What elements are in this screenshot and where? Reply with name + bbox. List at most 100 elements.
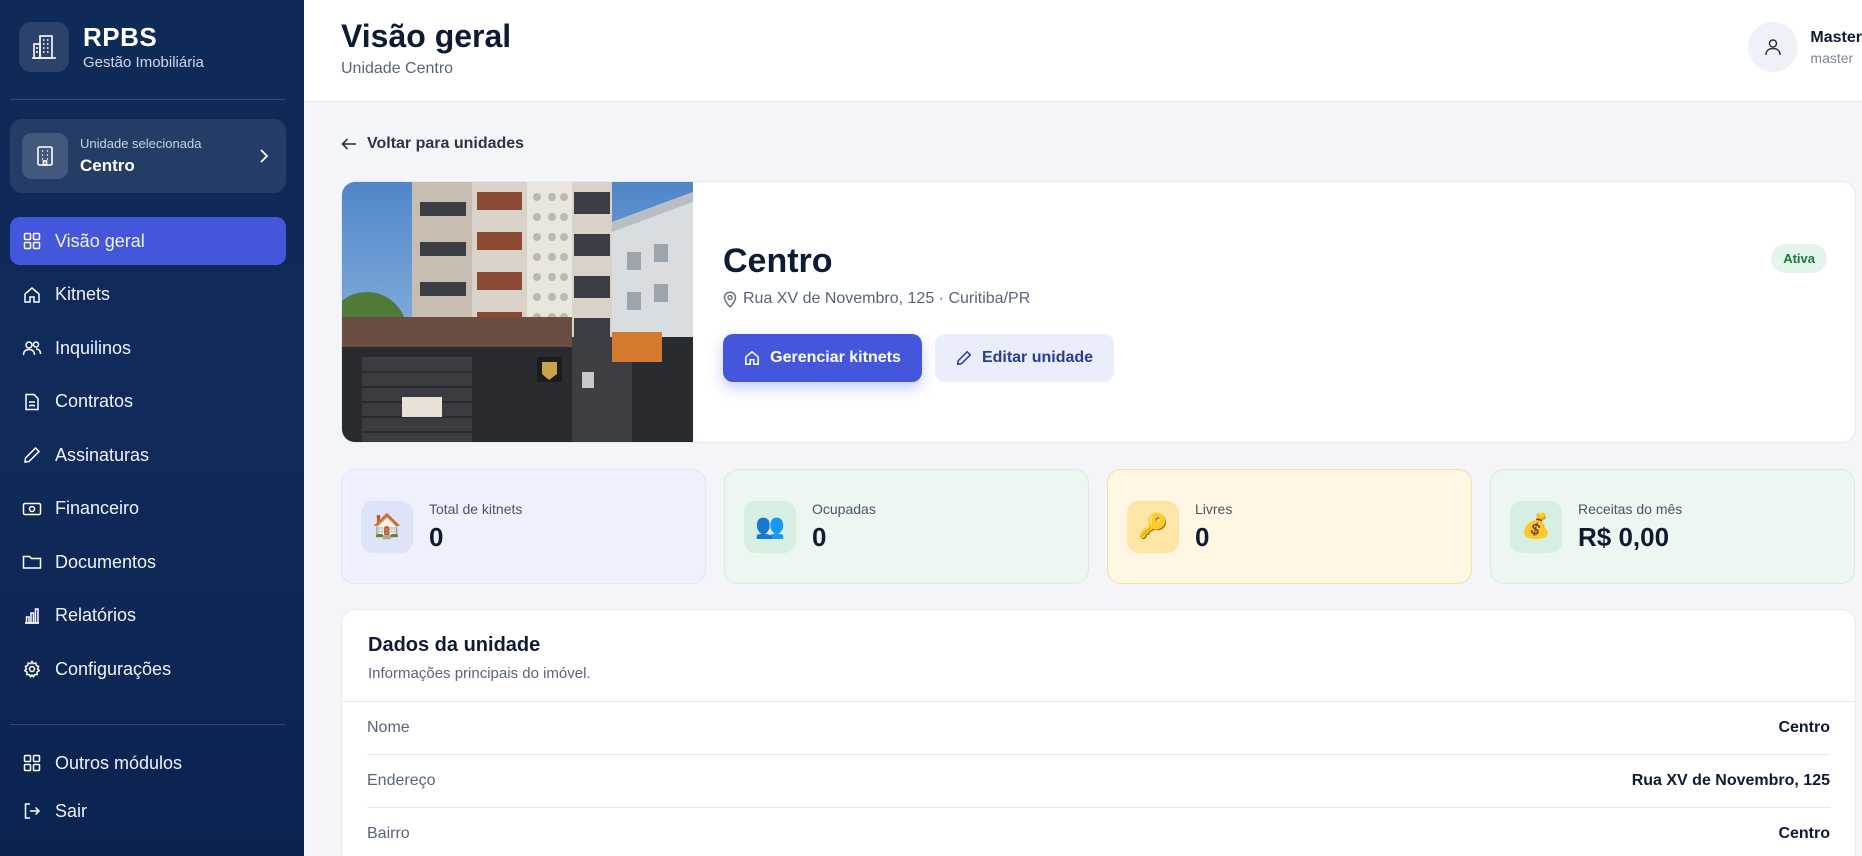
- building-icon: [22, 133, 68, 179]
- map-pin-icon: [723, 290, 737, 308]
- pencil-icon: [956, 350, 972, 366]
- details-row: Nome Centro: [367, 702, 1830, 755]
- stat-card-total-kitnets: 🏠 Total de kitnets 0: [341, 469, 706, 584]
- sidebar-item-financeiro[interactable]: Financeiro: [10, 485, 286, 533]
- sidebar-divider: [10, 99, 285, 100]
- users-icon: [22, 338, 42, 358]
- back-to-units-link[interactable]: Voltar para unidades: [341, 135, 524, 153]
- sidebar-bottom-nav: Outros módulos Sair: [10, 739, 286, 835]
- sidebar-nav: Visão geral Kitnets Inquilinos Contratos…: [10, 217, 286, 699]
- sidebar-item-documentos[interactable]: Documentos: [10, 538, 286, 586]
- home-icon: [745, 350, 760, 365]
- sidebar-item-relatorios[interactable]: Relatórios: [10, 592, 286, 640]
- brand-title: RPBS: [83, 22, 158, 52]
- unit-name: Centro: [723, 242, 833, 280]
- bar-chart-icon: [22, 606, 42, 626]
- stat-card-receitas: 💰 Receitas do mês R$ 0,00: [1490, 469, 1855, 584]
- details-value: Rua XV de Novembro, 125: [1631, 772, 1830, 789]
- stat-card-livres: 🔑 Livres 0: [1107, 469, 1472, 584]
- sidebar-item-label: Documentos: [55, 551, 157, 572]
- stat-card-ocupadas: 👥 Ocupadas 0: [724, 469, 1089, 584]
- sidebar-item-configuracoes[interactable]: Configurações: [10, 645, 286, 693]
- stat-value: 0: [1195, 521, 1210, 552]
- stat-label: Receitas do mês: [1578, 500, 1683, 517]
- sidebar-divider: [10, 724, 285, 725]
- details-value: Centro: [1778, 825, 1830, 842]
- gear-icon: [22, 659, 42, 679]
- sidebar-item-contratos[interactable]: Contratos: [10, 378, 286, 426]
- unit-selector-label: Unidade selecionada: [80, 136, 202, 151]
- user-role: master: [1810, 49, 1854, 66]
- unit-selector[interactable]: Unidade selecionada Centro: [10, 119, 286, 193]
- people-emoji-icon: 👥: [744, 500, 796, 553]
- logout-icon: [22, 801, 42, 821]
- grid-icon: [22, 231, 42, 251]
- details-subtitle: Informações principais do imóvel.: [368, 665, 591, 682]
- unit-address: Rua XV de Novembro, 125 · Curitiba/PR: [723, 290, 1030, 308]
- page-title: Visão geral: [341, 18, 512, 54]
- unit-details-card: Dados da unidade Informações principais …: [341, 609, 1856, 856]
- manage-kitnets-button[interactable]: Gerenciar kitnets: [723, 334, 922, 382]
- folder-icon: [22, 552, 42, 572]
- user-menu[interactable]: Master master: [1748, 22, 1862, 72]
- sidebar-item-outros-modulos[interactable]: Outros módulos: [10, 739, 286, 787]
- sidebar-item-label: Configurações: [55, 658, 172, 679]
- chevron-right-icon: [260, 149, 269, 163]
- details-row: Endereço Rua XV de Novembro, 125: [367, 755, 1830, 808]
- pen-icon: [22, 445, 42, 465]
- brand-subtitle: Gestão Imobiliária: [83, 54, 204, 71]
- stat-value: R$ 0,00: [1578, 521, 1670, 552]
- building-logo-icon: [19, 22, 69, 72]
- money-bag-emoji-icon: 💰: [1510, 500, 1562, 553]
- sidebar-item-label: Inquilinos: [55, 337, 132, 358]
- details-key: Endereço: [367, 772, 436, 789]
- top-header: Visão geral Unidade Centro Master master: [304, 0, 1862, 102]
- details-key: Bairro: [367, 825, 410, 842]
- user-name: Master: [1810, 28, 1862, 46]
- details-row: Bairro Centro: [367, 808, 1830, 856]
- key-emoji-icon: 🔑: [1127, 500, 1179, 553]
- sidebar-item-kitnets[interactable]: Kitnets: [10, 271, 286, 319]
- grid-icon: [22, 753, 42, 773]
- sidebar-item-label: Sair: [55, 800, 88, 821]
- manage-kitnets-label: Gerenciar kitnets: [770, 349, 901, 366]
- sidebar-item-inquilinos[interactable]: Inquilinos: [10, 324, 286, 372]
- sidebar-item-label: Contratos: [55, 391, 134, 411]
- file-text-icon: [22, 392, 42, 412]
- back-link-label: Voltar para unidades: [367, 135, 525, 152]
- sidebar-item-label: Financeiro: [55, 498, 140, 518]
- status-badge: Ativa: [1771, 244, 1827, 273]
- stats-row: 🏠 Total de kitnets 0 👥 Ocupadas 0 🔑 Livr…: [341, 469, 1856, 584]
- edit-unit-label: Editar unidade: [981, 349, 1094, 366]
- stat-label: Total de kitnets: [429, 500, 523, 517]
- sidebar: RPBS Gestão Imobiliária Unidade selecion…: [0, 0, 304, 856]
- brand: RPBS Gestão Imobiliária: [19, 22, 204, 72]
- sidebar-item-visao-geral[interactable]: Visão geral: [10, 217, 286, 265]
- details-list: Nome Centro Endereço Rua XV de Novembro,…: [342, 701, 1855, 856]
- house-emoji-icon: 🏠: [361, 500, 413, 553]
- stat-label: Livres: [1195, 500, 1233, 517]
- sidebar-item-assinaturas[interactable]: Assinaturas: [10, 431, 286, 479]
- stat-value: 0: [429, 521, 444, 552]
- money-icon: [22, 499, 42, 519]
- sidebar-item-sair[interactable]: Sair: [10, 787, 286, 835]
- sidebar-item-label: Kitnets: [55, 284, 111, 304]
- sidebar-item-label: Relatórios: [55, 605, 137, 625]
- unit-address-text: Rua XV de Novembro, 125 · Curitiba/PR: [743, 290, 1031, 307]
- details-key: Nome: [367, 719, 410, 736]
- arrow-left-icon: [341, 138, 356, 150]
- unit-selector-value: Centro: [80, 156, 135, 175]
- stat-label: Ocupadas: [812, 500, 876, 517]
- user-avatar-icon: [1748, 22, 1799, 72]
- stat-value: 0: [812, 521, 827, 552]
- sidebar-item-label: Visão geral: [55, 230, 145, 251]
- sidebar-item-label: Assinaturas: [55, 444, 150, 465]
- unit-hero-card: Centro Rua XV de Novembro, 125 · Curitib…: [341, 181, 1856, 443]
- edit-unit-button[interactable]: Editar unidade: [935, 334, 1114, 382]
- unit-building-photo: [342, 182, 693, 442]
- home-icon: [22, 285, 42, 305]
- details-title: Dados da unidade: [368, 634, 541, 656]
- page-subtitle: Unidade Centro: [341, 60, 454, 77]
- sidebar-item-label: Outros módulos: [55, 752, 183, 773]
- details-value: Centro: [1778, 719, 1830, 736]
